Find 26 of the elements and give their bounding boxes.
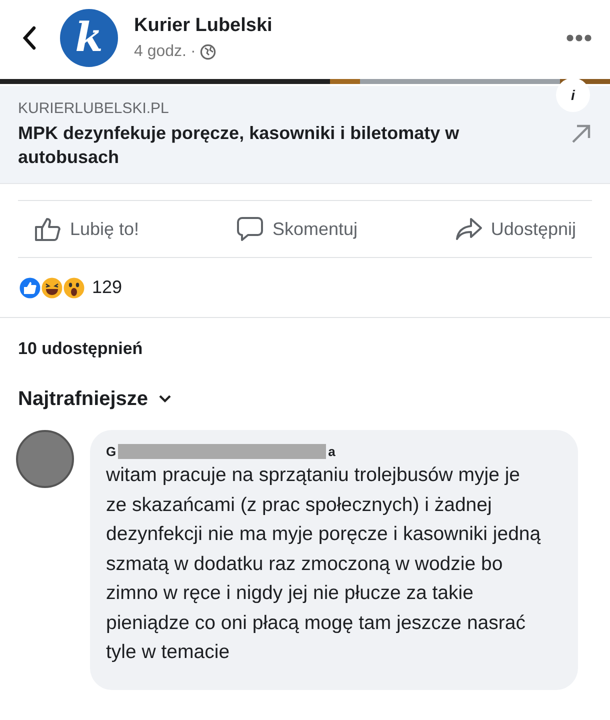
thumbs-up-icon (34, 216, 62, 242)
logo[interactable]: k (60, 9, 118, 67)
external-link-icon[interactable] (570, 122, 592, 145)
share-button[interactable]: Udostępnij (454, 216, 576, 243)
sort-dropdown[interactable]: Najtrafniejsze (18, 384, 172, 414)
page-name[interactable]: Kurier Lubelski (134, 12, 566, 40)
more-icon[interactable] (566, 34, 592, 42)
author-name-start[interactable]: G (106, 442, 116, 462)
post-time[interactable]: 4 godz. (134, 40, 186, 64)
back-icon[interactable] (22, 26, 36, 50)
separator-dot: · (190, 42, 196, 62)
globe-icon (200, 44, 216, 60)
author-name-end[interactable]: a (328, 442, 336, 462)
like-button[interactable]: Lubię to! (34, 216, 140, 243)
share-count[interactable]: 10 udostępnień (18, 339, 143, 358)
laughing-reaction-icon (40, 276, 64, 300)
surprised-reaction-icon (62, 276, 86, 300)
share-arrow-icon (454, 217, 483, 242)
link-domain: KURIERLUBELSKI.PL (18, 99, 170, 119)
speech-bubble-icon (236, 215, 264, 244)
like-reaction-icon (18, 276, 42, 300)
reaction-count[interactable]: 129 (92, 274, 122, 302)
comment-text: witam pracuje na sprzątaniu trolejbusów myje je ze skazańcami (z prac społecznych) i żadnej dezynfekcji nie ma myje poręcze i kasowniki jedną szmatą w dodatku raz zmoczoną w wodzie bo zimno w ręce i nigdy jej nie płucze za takie pieniądze co oni płacą mogę tam jeszcze nasrać tyle w temacie (106, 463, 542, 666)
comment-button[interactable]: Skomentuj (236, 215, 358, 244)
chevron-down-icon (158, 394, 172, 404)
link-title[interactable]: MPK dezynfekuje poręcze, kasowniki i biletomaty w autobusach (18, 120, 558, 170)
